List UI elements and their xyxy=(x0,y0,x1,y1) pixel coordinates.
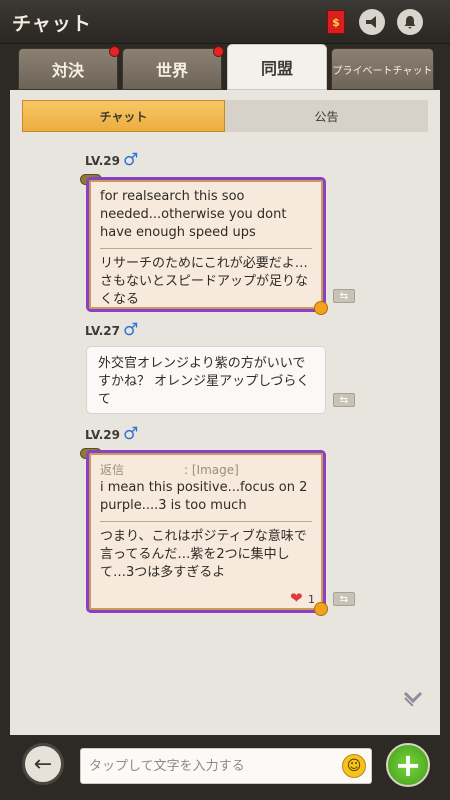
message-bubble[interactable]: 外交官オレンジより紫の方がいいですかね？ オレンジ星アップしづらくて xyxy=(86,346,326,414)
male-icon: ♂ xyxy=(123,424,139,444)
page-title: チャット xyxy=(12,13,92,35)
message-bubble[interactable]: for realsearch this soo needed...otherwi… xyxy=(86,177,326,312)
plus-button[interactable]: + xyxy=(386,743,430,787)
divider xyxy=(100,521,312,522)
translate-icon[interactable]: ⇆ xyxy=(333,592,355,606)
message-input[interactable] xyxy=(80,748,372,784)
sender-level[interactable]: LV.27 ♂ xyxy=(85,322,138,339)
male-icon: ♂ xyxy=(123,320,139,340)
orange-badge-icon xyxy=(314,602,328,616)
channel-tabs: 対決 世界 同盟 プライベートチャット xyxy=(0,44,450,90)
sender-level[interactable]: LV.29 ♂ xyxy=(85,152,138,169)
megaphone-icon[interactable] xyxy=(358,8,386,36)
tab-alliance[interactable]: 同盟 xyxy=(227,44,327,90)
notification-dot xyxy=(109,46,120,57)
subtab-announcement[interactable]: 公告 xyxy=(225,100,428,132)
divider xyxy=(100,248,312,249)
message-original: for realsearch this soo needed...otherwi… xyxy=(100,189,287,240)
tab-private-chat[interactable]: プライベートチャット xyxy=(331,48,434,90)
reply-header: 返信 : [Image] xyxy=(100,463,239,477)
sender-level[interactable]: LV.29 ♂ xyxy=(85,426,138,443)
sub-tabs: チャット 公告 xyxy=(22,100,428,132)
chat-area[interactable]: チャット 公告 LV.29 ♂ for realsearch this soo … xyxy=(10,90,440,735)
message-translation: つまり、これはポジティブな意味で言ってるんだ…紫を2つに集中して…3つは多すぎる… xyxy=(100,529,307,580)
message-text: 外交官オレンジより紫の方がいいですかね？ オレンジ星アップしづらくて xyxy=(98,356,310,407)
red-packet-icon[interactable]: $ xyxy=(322,8,350,36)
like-count: 1 xyxy=(308,593,315,606)
heart-icon[interactable]: ❤ xyxy=(290,589,303,607)
scroll-down-icon[interactable] xyxy=(403,690,423,710)
male-icon: ♂ xyxy=(123,150,139,170)
translate-icon[interactable]: ⇆ xyxy=(333,289,355,303)
translate-icon[interactable]: ⇆ xyxy=(333,393,355,407)
message-original: i mean this positive...focus on 2 purple… xyxy=(100,480,308,513)
bottom-bar: ← ☺ + xyxy=(0,735,450,800)
bell-icon[interactable] xyxy=(396,8,424,36)
subtab-chat[interactable]: チャット xyxy=(22,100,225,132)
top-bar: チャット $ xyxy=(0,0,450,44)
message-translation: リサーチのためにこれが必要だよ…さもないとスピードアップが足りなくなる xyxy=(100,256,309,307)
back-button[interactable]: ← xyxy=(22,743,64,785)
tab-battle[interactable]: 対決 xyxy=(18,46,120,90)
orange-badge-icon xyxy=(314,301,328,315)
emoji-icon[interactable]: ☺ xyxy=(342,754,366,778)
notification-dot xyxy=(213,46,224,57)
chat-panel: チャット 公告 LV.29 ♂ for realsearch this soo … xyxy=(0,90,450,735)
tab-world[interactable]: 世界 xyxy=(122,46,224,90)
